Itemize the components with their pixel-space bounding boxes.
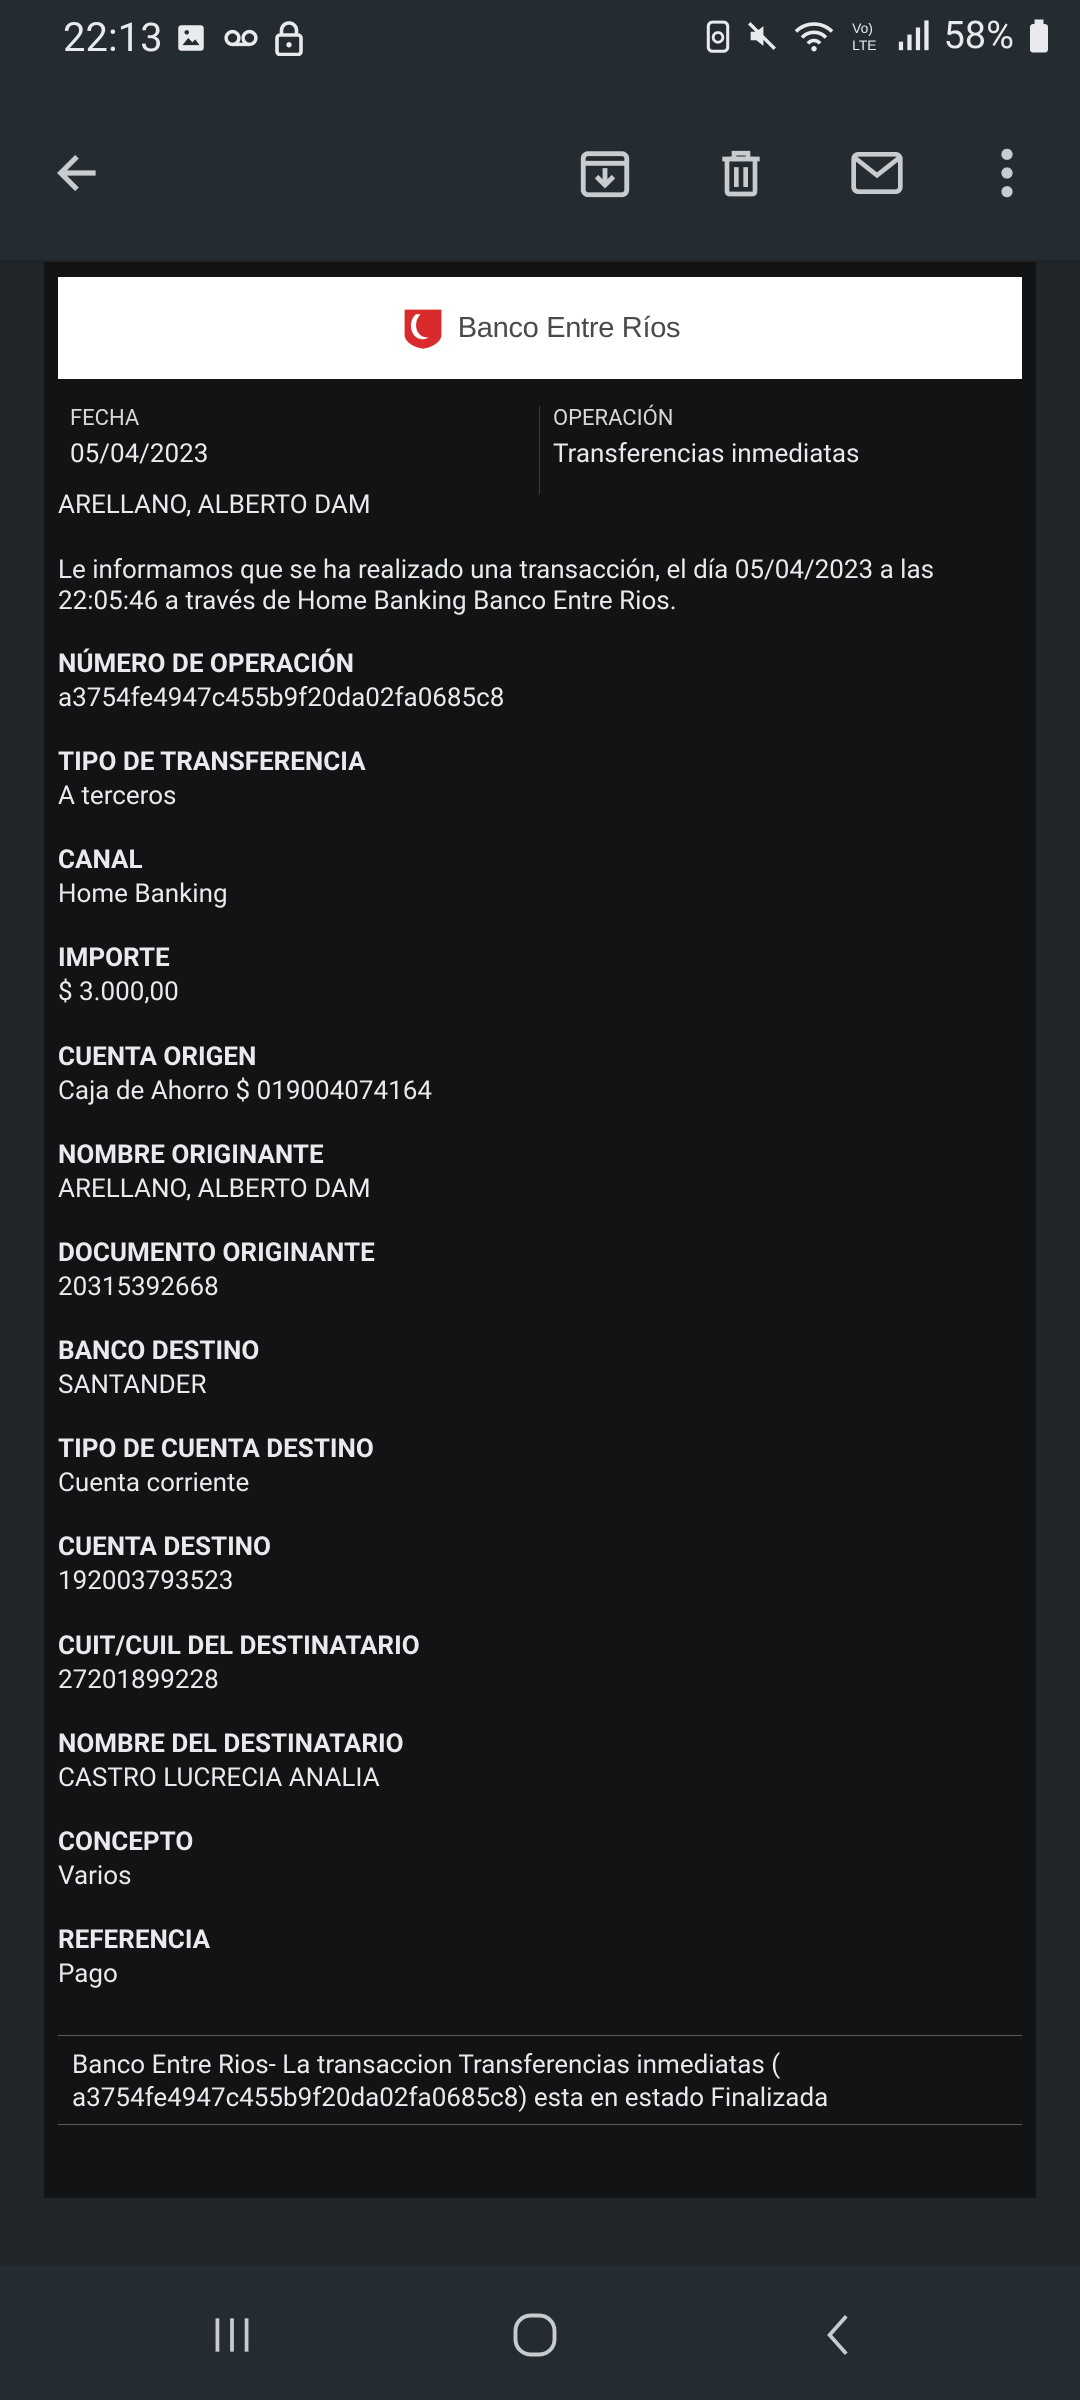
field-label: NÚMERO DE OPERACIÓN	[58, 649, 354, 679]
field-value: $ 3.000,00	[58, 977, 179, 1007]
field-nombre-destinatario: NOMBRE DEL DESTINATARIO CASTRO LUCRECIA …	[58, 1727, 404, 1795]
field-label: CUENTA ORIGEN	[58, 1042, 257, 1072]
field-label: CUENTA DESTINO	[58, 1532, 271, 1562]
client-name: ARELLANO, ALBERTO DAM	[58, 490, 371, 520]
field-value: 20315392668	[58, 1272, 219, 1302]
bank-logo: Banco Entre Ríos	[58, 277, 1022, 379]
field-value: CASTRO LUCRECIA ANALIA	[58, 1763, 380, 1793]
status-footer-text: Banco Entre Rios- La transaccion Transfe…	[72, 2050, 829, 2113]
field-value: A terceros	[58, 781, 177, 811]
system-nav-bar	[0, 2265, 1080, 2400]
recent-apps-icon[interactable]	[192, 2295, 272, 2375]
field-label: REFERENCIA	[58, 1925, 211, 1955]
field-value: Varios	[58, 1861, 132, 1891]
fecha-value: 05/04/2023	[70, 439, 209, 469]
voicemail-icon	[224, 29, 258, 47]
wifi-icon	[795, 22, 834, 52]
field-banco-destino: BANCO DESTINO SANTANDER	[58, 1334, 259, 1402]
field-cuit-destinatario: CUIT/CUIL DEL DESTINATARIO 27201899228	[58, 1629, 420, 1697]
field-label: BANCO DESTINO	[58, 1336, 260, 1366]
field-cuenta-destino: CUENTA DESTINO 192003793523	[58, 1530, 271, 1598]
back-icon[interactable]	[800, 2295, 880, 2375]
email-card	[44, 262, 1036, 2198]
field-label: CUIT/CUIL DEL DESTINATARIO	[58, 1631, 420, 1661]
recycle-icon	[707, 20, 730, 53]
fecha-label: FECHA	[70, 406, 140, 431]
field-tipo-cuenta-destino: TIPO DE CUENTA DESTINO Cuenta corriente	[58, 1432, 374, 1500]
field-documento-originante: DOCUMENTO ORIGINANTE 20315392668	[58, 1236, 375, 1304]
svg-text:LTE: LTE	[853, 37, 877, 53]
field-label: DOCUMENTO ORIGINANTE	[58, 1238, 375, 1268]
battery-icon	[1030, 19, 1048, 53]
signal-icon	[899, 20, 930, 51]
field-label: CANAL	[58, 845, 143, 875]
status-time: 22:13	[63, 14, 163, 61]
field-value: SANTANDER	[58, 1370, 207, 1400]
mute-icon	[748, 22, 777, 50]
status-bar: 22:13 Vo) LTE 58%	[0, 0, 1080, 80]
svg-text:Vo): Vo)	[853, 20, 874, 36]
field-value: Home Banking	[58, 879, 228, 909]
field-concepto: CONCEPTO Varios	[58, 1825, 193, 1893]
lock-icon	[275, 21, 303, 56]
field-label: NOMBRE DEL DESTINATARIO	[58, 1729, 404, 1759]
back-arrow-icon[interactable]	[42, 138, 112, 208]
field-label: NOMBRE ORIGINANTE	[58, 1140, 324, 1170]
operacion-label: OPERACIÓN	[553, 406, 674, 431]
field-label: IMPORTE	[58, 943, 170, 973]
meta-divider	[539, 406, 540, 494]
operacion-value: Transferencias inmediatas	[553, 439, 860, 469]
field-canal: CANAL Home Banking	[58, 843, 228, 911]
intro-text: Le informamos que se ha realizado una tr…	[58, 555, 935, 616]
field-value: Cuenta corriente	[58, 1468, 250, 1498]
delete-icon[interactable]	[706, 138, 776, 208]
field-label: CONCEPTO	[58, 1827, 194, 1857]
field-nombre-originante: NOMBRE ORIGINANTE ARELLANO, ALBERTO DAM	[58, 1138, 371, 1206]
mail-icon[interactable]	[842, 138, 912, 208]
archive-icon[interactable]	[570, 138, 640, 208]
field-value: Caja de Ahorro $ 019004074164	[58, 1076, 432, 1106]
field-label: TIPO DE TRANSFERENCIA	[58, 747, 366, 777]
field-value: a3754fe4947c455b9f20da02fa0685c8	[58, 683, 505, 713]
field-numero-operacion: NÚMERO DE OPERACIÓN a3754fe4947c455b9f20…	[58, 647, 504, 715]
field-referencia: REFERENCIA Pago	[58, 1923, 210, 1991]
volte-icon: Vo)LTE	[853, 20, 877, 53]
field-importe: IMPORTE $ 3.000,00	[58, 941, 179, 1009]
field-tipo-transferencia: TIPO DE TRANSFERENCIA A terceros	[58, 745, 366, 813]
status-footer: Banco Entre Rios- La transaccion Transfe…	[58, 2035, 1022, 2125]
more-vert-icon[interactable]	[972, 138, 1042, 208]
transaction-meta: FECHA 05/04/2023 OPERACIÓN Transferencia…	[58, 406, 1022, 494]
gallery-icon	[178, 25, 204, 51]
field-value: ARELLANO, ALBERTO DAM	[58, 1174, 371, 1204]
bank-logo-icon	[404, 309, 442, 349]
email-toolbar	[0, 80, 1080, 260]
field-label: TIPO DE CUENTA DESTINO	[58, 1434, 374, 1464]
field-value: Pago	[58, 1959, 118, 1989]
field-value: 192003793523	[58, 1566, 234, 1596]
field-value: 27201899228	[58, 1665, 219, 1695]
field-cuenta-origen: CUENTA ORIGEN Caja de Ahorro $ 019004074…	[58, 1040, 432, 1108]
home-icon[interactable]	[495, 2295, 575, 2375]
battery-percentage: 58%	[943, 14, 1014, 58]
bank-logo-text: Banco Entre Ríos	[457, 311, 681, 344]
